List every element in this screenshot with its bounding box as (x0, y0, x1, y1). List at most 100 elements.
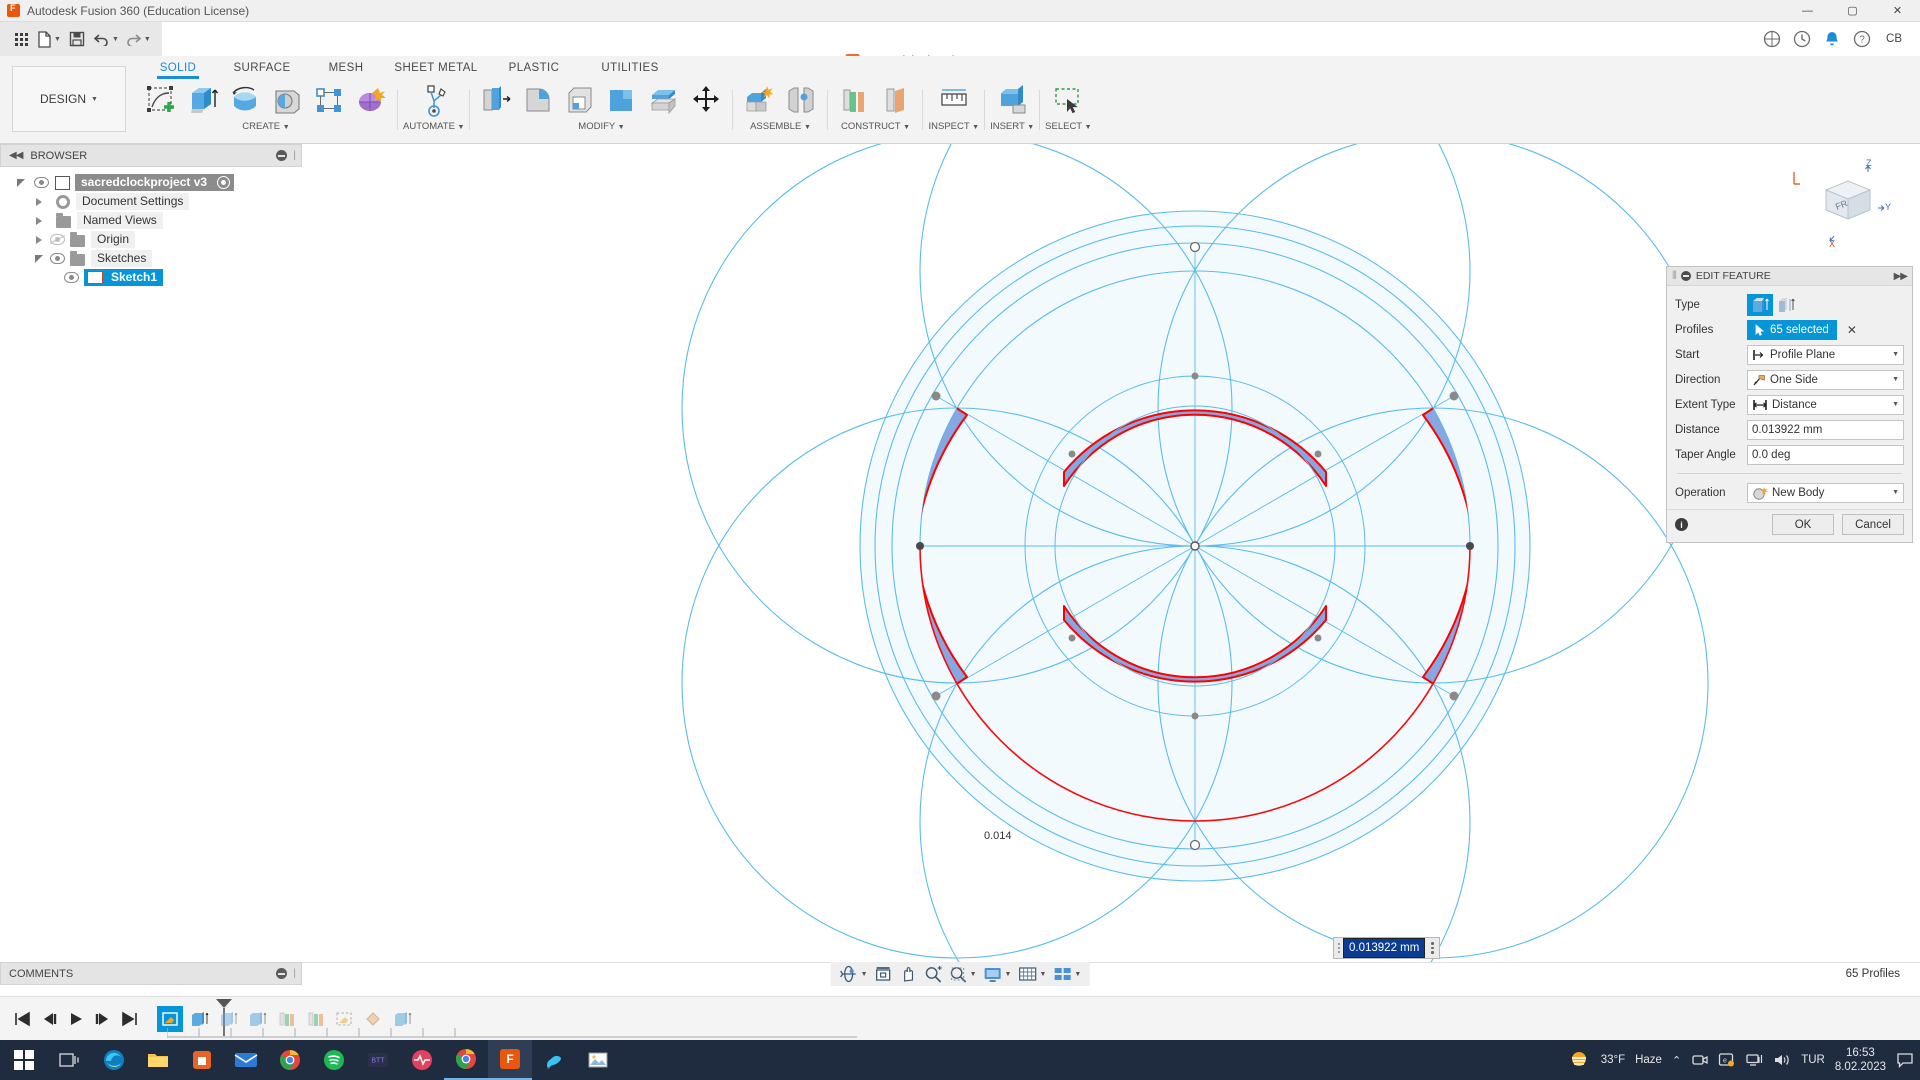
joint-icon[interactable] (780, 82, 822, 118)
distance-input[interactable]: 0.013922 mm (1747, 419, 1904, 440)
collapse-left-icon[interactable]: ◀◀ (9, 150, 23, 161)
profiles-selection-chip[interactable]: 65 selected (1747, 319, 1837, 340)
plane-at-angle-icon[interactable] (875, 82, 917, 118)
notification-center-icon[interactable] (1896, 1052, 1914, 1068)
taskbar-date[interactable]: 8.02.2023 (1835, 1060, 1886, 1074)
display-settings-icon[interactable]: ▼ (981, 963, 1014, 985)
dimension-edit-box[interactable]: 0.013922 mm (1333, 937, 1441, 959)
fillet-icon[interactable] (517, 82, 559, 118)
shell-icon[interactable] (559, 82, 601, 118)
extrude-profile-icon[interactable] (1747, 293, 1773, 316)
combine-icon[interactable] (601, 82, 643, 118)
weather-icon[interactable] (1567, 1049, 1591, 1071)
tab-surface[interactable]: SURFACE (218, 56, 306, 81)
volume-icon[interactable] (1773, 1052, 1791, 1068)
edge-icon[interactable] (92, 1040, 136, 1080)
expander-down-icon[interactable] (32, 254, 46, 263)
taper-angle-input[interactable]: 0.0 deg (1747, 444, 1904, 465)
panel-insert-label[interactable]: INSERT ▼ (990, 118, 1034, 132)
workspace-switcher-button[interactable]: DESIGN ▼ (12, 66, 126, 132)
offset-face-icon[interactable] (643, 82, 685, 118)
panel-modify-label[interactable]: MODIFY ▼ (578, 118, 624, 132)
task-view-icon[interactable] (48, 1040, 92, 1080)
tree-item-origin[interactable]: Origin (0, 230, 302, 249)
help-icon[interactable]: ? (1848, 25, 1876, 53)
visibility-eye-icon[interactable] (64, 272, 79, 283)
view-cube[interactable]: Z Y X FR (1782, 154, 1892, 254)
info-icon[interactable]: i (1675, 518, 1688, 531)
create-form-icon[interactable] (350, 82, 392, 118)
dimension-grip-icon[interactable] (1334, 938, 1343, 958)
tab-sheet-metal[interactable]: SHEET METAL (386, 56, 486, 81)
window-close-button[interactable]: ✕ (1875, 0, 1920, 22)
bttv-icon[interactable]: BTT (356, 1040, 400, 1080)
panel-automate-label[interactable]: AUTOMATE ▼ (403, 118, 464, 132)
save-icon[interactable] (64, 26, 90, 52)
job-status-icon[interactable] (1788, 25, 1816, 53)
panel-create-label[interactable]: CREATE ▼ (242, 118, 289, 132)
network-icon[interactable] (1745, 1052, 1763, 1068)
measure-icon[interactable] (933, 82, 975, 118)
visibility-eye-off-icon[interactable] (50, 234, 65, 245)
jump-start-icon[interactable] (10, 1005, 34, 1033)
tab-mesh[interactable]: MESH (306, 56, 386, 81)
orbit-icon[interactable]: ▼ (837, 963, 870, 985)
play-icon[interactable] (64, 1005, 88, 1033)
tab-utilities[interactable]: UTILITIES (582, 56, 678, 81)
tree-item-document-settings[interactable]: Document Settings (0, 192, 302, 211)
user-account-button[interactable]: CB (1878, 33, 1910, 45)
undo-icon[interactable]: ▼ (90, 26, 122, 52)
panel-select-label[interactable]: SELECT ▼ (1045, 118, 1091, 132)
profiles-clear-icon[interactable]: ✕ (1847, 323, 1857, 337)
pattern-icon[interactable] (308, 82, 350, 118)
expander-down-icon[interactable] (14, 178, 28, 187)
jump-end-icon[interactable] (118, 1005, 142, 1033)
expander-right-icon[interactable] (32, 235, 46, 244)
window-maximize-button[interactable]: ▢ (1830, 0, 1875, 22)
visibility-eye-icon[interactable] (34, 177, 49, 188)
new-file-icon[interactable]: ▼ (34, 26, 64, 52)
chrome-icon[interactable] (268, 1040, 312, 1080)
expander-right-icon[interactable] (32, 216, 46, 225)
zoom-window-icon[interactable]: ▼ (947, 963, 979, 985)
tree-item-root[interactable]: sacredclockproject v3 (0, 173, 302, 192)
sweep-icon[interactable] (266, 82, 308, 118)
new-component-icon[interactable] (738, 82, 780, 118)
heartrate-icon[interactable] (400, 1040, 444, 1080)
grid-snaps-icon[interactable]: ▼ (1015, 963, 1048, 985)
panel-assemble-label[interactable]: ASSEMBLE ▼ (750, 118, 811, 132)
paint-icon[interactable] (532, 1040, 576, 1080)
cancel-button[interactable]: Cancel (1842, 514, 1904, 535)
pan-icon[interactable] (897, 963, 920, 985)
comments-collapse-icon[interactable] (276, 968, 288, 979)
notifications-icon[interactable] (1818, 25, 1846, 53)
extrude-edge-icon[interactable] (1773, 294, 1799, 316)
insert-derive-icon[interactable] (991, 82, 1033, 118)
taskbar-time[interactable]: 16:53 (1835, 1046, 1886, 1060)
edit-feature-header[interactable]: ⦀ EDIT FEATURE ▶▶ (1667, 267, 1912, 286)
edit-feature-dialog[interactable]: ⦀ EDIT FEATURE ▶▶ Type Profiles 65 selec… (1666, 266, 1913, 543)
windows-start-icon[interactable] (0, 1040, 48, 1080)
comments-panel-header[interactable]: COMMENTS | (0, 962, 302, 985)
mail-icon[interactable] (224, 1040, 268, 1080)
step-forward-icon[interactable] (91, 1005, 115, 1033)
offset-plane-icon[interactable] (833, 82, 875, 118)
zoom-icon[interactable] (922, 963, 945, 985)
fusion360-icon[interactable]: F (488, 1040, 532, 1080)
tree-item-sketch1[interactable]: Sketch1 (0, 268, 302, 287)
onedrive-icon[interactable]: e (1718, 1052, 1735, 1068)
press-pull-icon[interactable] (475, 82, 517, 118)
look-at-icon[interactable] (872, 963, 895, 985)
automate-icon[interactable] (413, 82, 455, 118)
expander-right-icon[interactable] (32, 197, 46, 206)
viewports-icon[interactable]: ▼ (1050, 963, 1083, 985)
spotify-icon[interactable] (312, 1040, 356, 1080)
apps-grid-icon[interactable] (8, 26, 34, 52)
visibility-eye-icon[interactable] (50, 253, 65, 264)
extent-type-dropdown[interactable]: Distance ▼ (1747, 394, 1904, 415)
direction-dropdown[interactable]: One Side ▼ (1747, 369, 1904, 390)
language-indicator[interactable]: TUR (1801, 1054, 1825, 1066)
redo-icon[interactable]: ▼ (122, 26, 154, 52)
dialog-grab-handle[interactable]: ⦀ (1672, 270, 1677, 283)
activate-component-radio[interactable] (217, 176, 231, 189)
